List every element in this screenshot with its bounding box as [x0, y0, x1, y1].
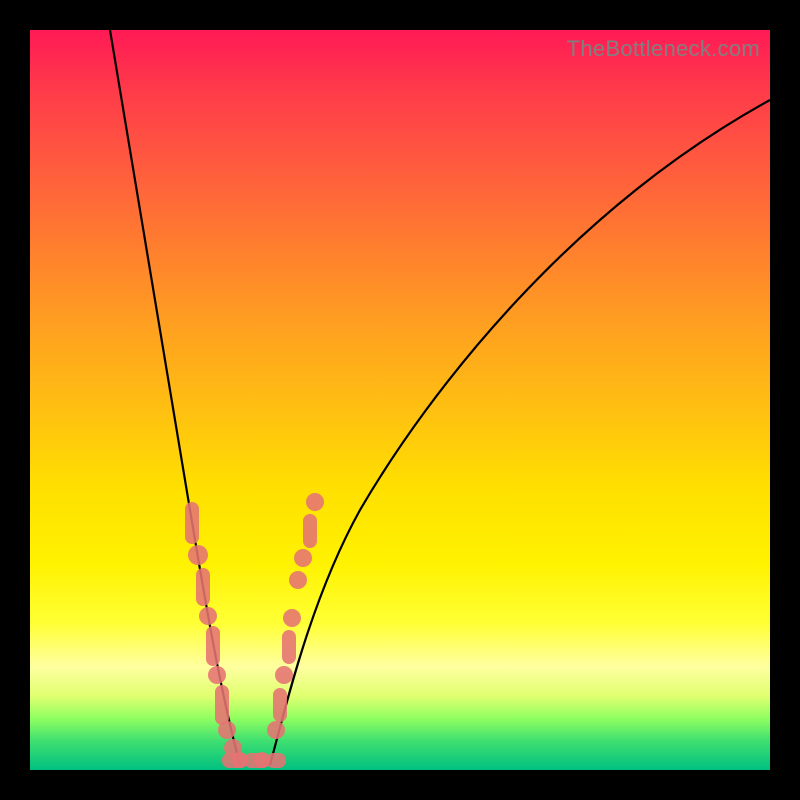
curves-svg	[30, 30, 770, 770]
right-curve	[270, 100, 770, 765]
left-markers	[185, 502, 242, 757]
right-markers	[267, 493, 324, 739]
plot-area: TheBottleneck.com	[30, 30, 770, 770]
bottom-markers	[222, 752, 286, 768]
watermark-text: TheBottleneck.com	[567, 36, 760, 62]
chart-frame: TheBottleneck.com	[0, 0, 800, 800]
left-curve	[110, 30, 240, 765]
